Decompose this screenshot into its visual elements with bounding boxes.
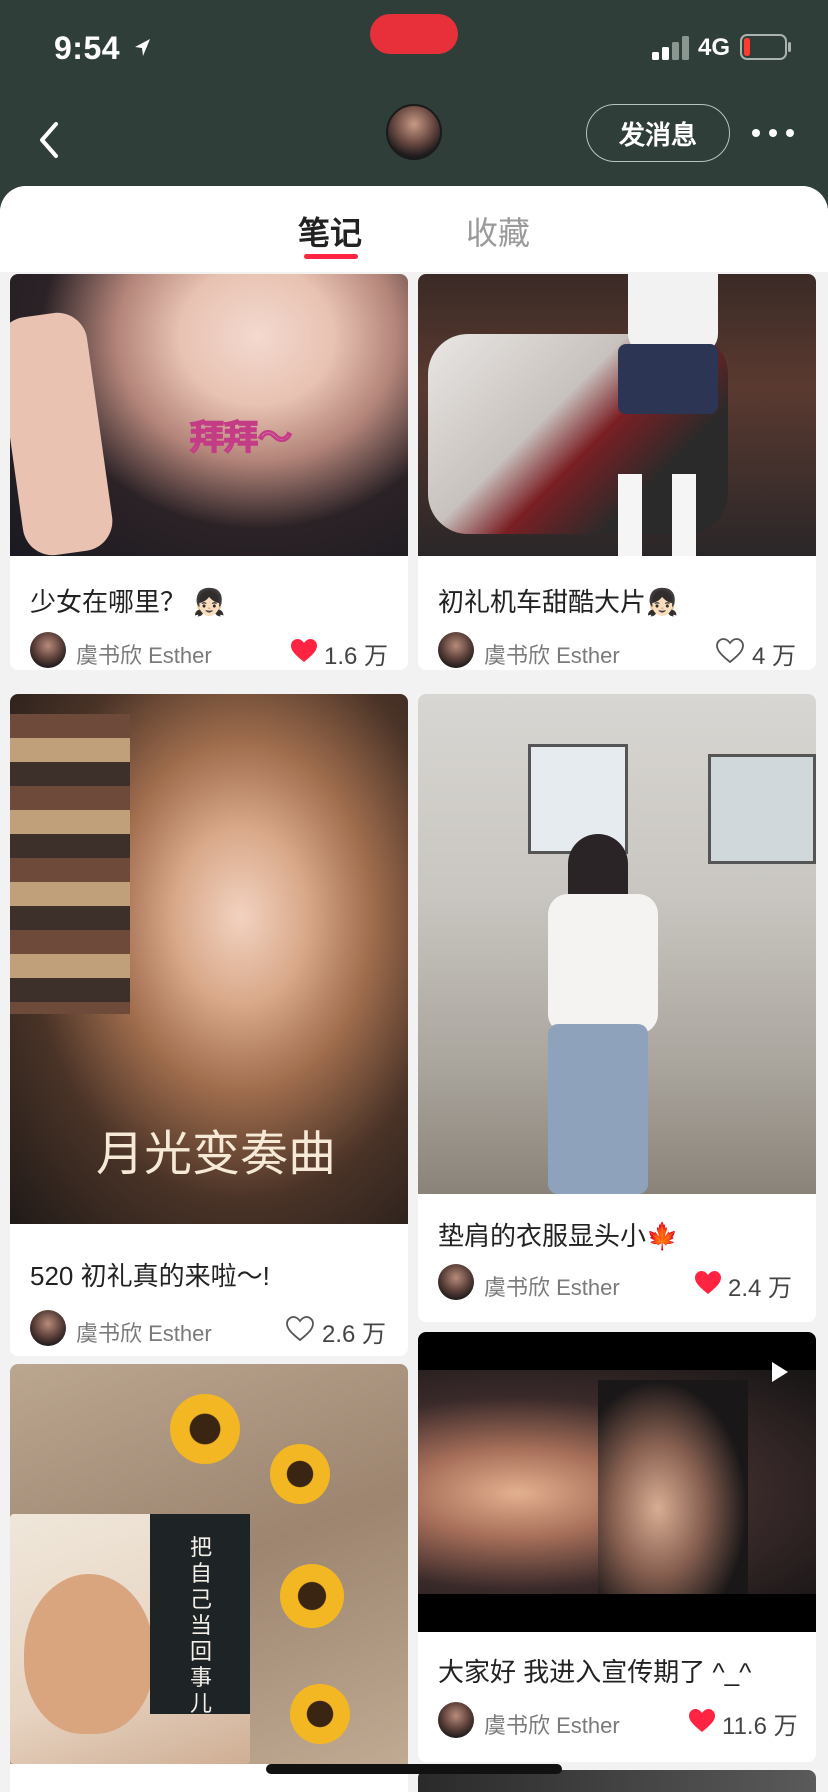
location-arrow-icon [135,39,150,56]
author-name: 虞书欣 Esther [76,1321,212,1346]
sunflower-shape [290,1684,350,1744]
chevron-left-icon[interactable] [28,110,68,170]
note-cover-image: 把自己当回事儿 [10,1364,408,1764]
author-name: 虞书欣 Esther [484,1713,620,1738]
book-title-text: 把自己当回事儿 [190,1536,213,1717]
home-indicator [266,1764,562,1774]
second-face-shape [598,1380,748,1594]
recording-indicator [370,14,458,54]
tab-saved[interactable]: 收藏 [466,208,530,254]
heart-outline-icon[interactable] [286,1316,314,1342]
author-avatar [30,632,66,668]
profile-avatar[interactable] [386,104,442,160]
bookshelf-shape [10,714,130,1014]
note-cover-image: 月光变奏曲 [10,694,408,1224]
sunflower-shape [280,1564,344,1628]
like-count: 1.6 万 [324,643,389,670]
boot-right [672,474,696,556]
cover-overlay-text: 月光变奏曲 [96,1126,337,1182]
author-name: 虞书欣 Esther [76,643,212,668]
heart-icon[interactable] [290,638,318,664]
hand-shape [10,308,117,556]
cover-overlay-text: 拜拜～ [189,418,293,458]
note-card[interactable]: 大家好 我进入宣传期了 ^_^ 虞书欣 Esther 11.6 万 [418,1332,816,1762]
sunflower-shape [170,1394,240,1464]
like-count: 4 万 [752,643,797,670]
shirt-shape [628,274,718,354]
note-title: 520 初礼真的来啦～! [30,1261,270,1291]
skirt-shape [618,344,718,414]
like-count: 2.6 万 [322,1321,387,1348]
boot-left [618,474,642,556]
more-ellipsis-icon[interactable] [748,120,798,146]
note-card[interactable]: 月光变奏曲 520 初礼真的来啦～! 虞书欣 Esther 2.6 万 [10,694,408,1356]
send-message-button[interactable]: 发消息 [586,104,730,162]
like-count: 11.6 万 [722,1713,798,1740]
window-shape [708,754,816,864]
author-name: 虞书欣 Esther [484,643,620,668]
battery-low-icon [740,34,791,60]
note-title: 垫肩的衣服显头小🍁 [438,1221,679,1251]
active-tab-indicator [304,254,358,259]
note-card[interactable]: 把自己当回事儿 [10,1364,408,1792]
blouse-shape [548,894,658,1034]
author-avatar [30,1310,66,1346]
heart-outline-icon[interactable] [716,638,744,664]
play-icon [772,1362,788,1382]
note-title: 大家好 我进入宣传期了 ^_^ [438,1657,752,1687]
status-bar: 9:54 4G [0,0,828,96]
profile-header: 发消息 [0,96,828,186]
note-title: 初礼机车甜酷大片👧🏻 [438,587,679,617]
heart-icon[interactable] [694,1270,722,1296]
note-card[interactable]: 初礼机车甜酷大片👧🏻 虞书欣 Esther 4 万 [418,274,816,670]
author-avatar [438,1702,474,1738]
note-title: 少女在哪里？ 👧🏻 [30,587,226,617]
content-sheet: 笔记 收藏 拜拜～ 少女在哪里？ 👧🏻 虞书欣 Esther 1.6 万 初礼机… [0,186,828,1792]
tab-bar: 笔记 收藏 [0,186,828,272]
note-cover-image [418,1332,816,1632]
note-cover-image [418,694,816,1194]
note-cover-image [418,274,816,556]
cellular-signal-icon [652,36,689,60]
note-cover-image: 拜拜～ [10,274,408,556]
tab-notes[interactable]: 笔记 [298,208,362,254]
heart-icon[interactable] [688,1708,716,1734]
face-illustration [24,1574,154,1734]
book-cover-shape: 把自己当回事儿 [10,1514,250,1764]
network-type: 4G [698,34,731,61]
video-frame [418,1370,816,1594]
note-card[interactable]: 拜拜～ 少女在哪里？ 👧🏻 虞书欣 Esther 1.6 万 [10,274,408,670]
author-avatar [438,1264,474,1300]
status-time: 9:54 [54,30,121,66]
jeans-shape [548,1024,648,1194]
like-count: 2.4 万 [728,1275,793,1302]
author-name: 虞书欣 Esther [484,1275,620,1300]
sunflower-shape [270,1444,330,1504]
author-avatar [438,632,474,668]
note-card[interactable]: 垫肩的衣服显头小🍁 虞书欣 Esther 2.4 万 [418,694,816,1322]
